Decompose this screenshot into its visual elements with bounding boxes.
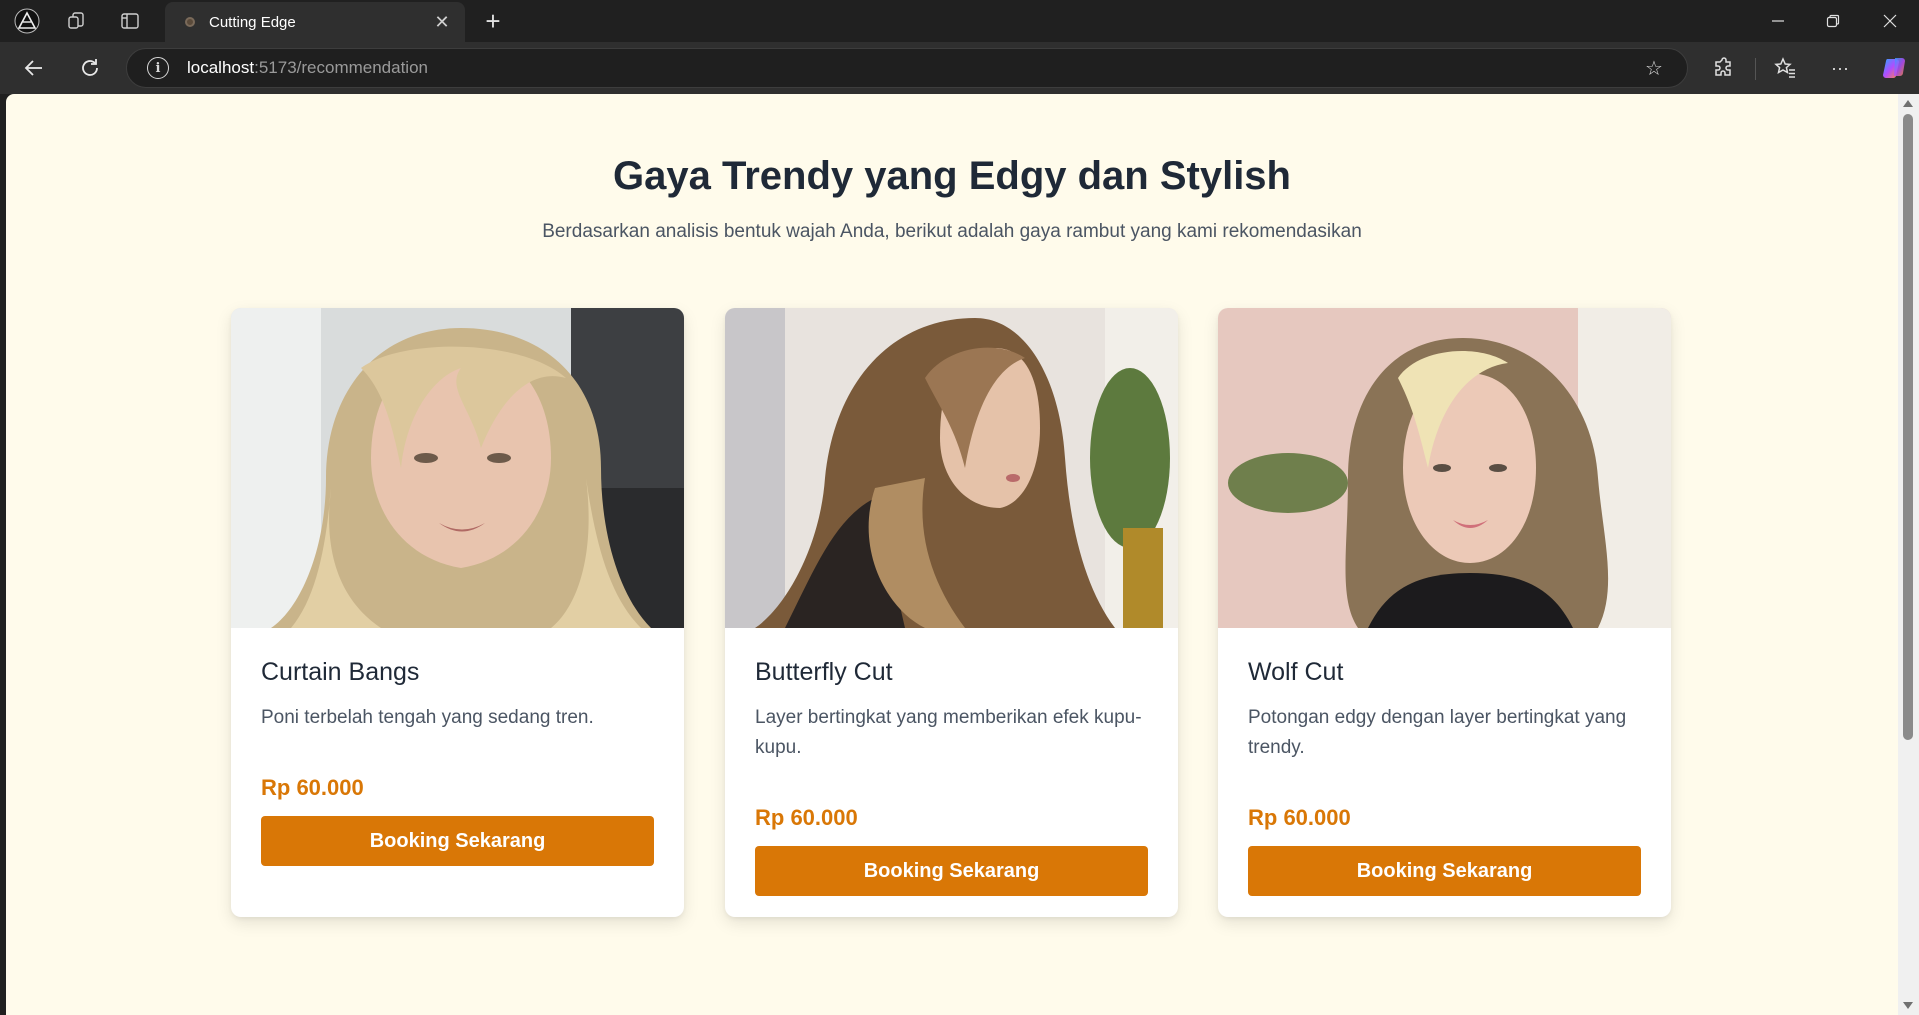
address-bar[interactable]: i localhost:5173/recommendation ☆ (126, 48, 1688, 88)
info-icon[interactable]: i (147, 57, 169, 79)
back-icon[interactable] (18, 52, 50, 84)
hairstyle-price: Rp 60.000 (755, 805, 858, 830)
hairstyle-photo (231, 308, 684, 628)
page-title: Gaya Trendy yang Edgy dan Stylish (613, 154, 1291, 198)
restore-icon[interactable] (1813, 8, 1853, 34)
more-icon[interactable]: ··· (1824, 52, 1856, 84)
hairstyle-price: Rp 60.000 (261, 775, 364, 800)
close-icon[interactable]: ✕ (431, 12, 453, 33)
workspaces-icon[interactable] (64, 8, 90, 34)
tab-bar: Cutting Edge ✕ + (0, 0, 1919, 42)
hairstyle-photo (725, 308, 1178, 628)
minimize-icon[interactable] (1758, 8, 1798, 34)
scroll-up-icon[interactable] (1903, 100, 1913, 107)
scrollbar-thumb[interactable] (1903, 114, 1913, 740)
hairstyle-photo (1218, 308, 1671, 628)
refresh-icon[interactable] (74, 52, 106, 84)
browser-toolbar: i localhost:5173/recommendation ☆ ··· (0, 42, 1919, 94)
hairstyle-name: Butterfly Cut (755, 658, 893, 686)
extensions-icon[interactable] (1708, 52, 1740, 84)
hairstyle-price: Rp 60.000 (1248, 805, 1351, 830)
window-close-icon[interactable] (1870, 8, 1910, 34)
hairstyle-description: Poni terbelah tengah yang sedang tren. (261, 707, 594, 728)
booking-button[interactable]: Booking Sekarang (755, 846, 1148, 896)
url-host: localhost (187, 58, 255, 77)
plus-icon[interactable]: + (478, 6, 508, 36)
tab-title: Cutting Edge (209, 13, 296, 31)
scroll-down-icon[interactable] (1903, 1002, 1913, 1009)
hairstyle-description: Layer bertingkat yang memberikan efek ku… (755, 707, 1142, 758)
hairstyle-name: Wolf Cut (1248, 658, 1344, 686)
hairstyle-card: Curtain Bangs Poni terbelah tengah yang … (231, 308, 684, 917)
scrollbar[interactable] (1898, 94, 1919, 1015)
toolbar-divider (1755, 58, 1756, 80)
page-subtitle: Berdasarkan analisis bentuk wajah Anda, … (542, 221, 1362, 242)
booking-button[interactable]: Booking Sekarang (1248, 846, 1641, 896)
hairstyle-description: Potongan edgy dengan layer bertingkat ya… (1248, 707, 1627, 758)
site-favicon-icon (185, 17, 195, 27)
tab-actions-icon[interactable] (117, 8, 143, 34)
favorites-icon[interactable] (1769, 52, 1801, 84)
page-viewport: Gaya Trendy yang Edgy dan Stylish Berdas… (6, 94, 1898, 1015)
url-text[interactable]: localhost:5173/recommendation (187, 58, 1639, 78)
star-icon[interactable]: ☆ (1639, 56, 1669, 81)
hairstyle-name: Curtain Bangs (261, 658, 420, 686)
copilot-icon[interactable] (1878, 52, 1910, 84)
url-path: :5173/recommendation (254, 58, 428, 77)
active-tab[interactable]: Cutting Edge ✕ (165, 2, 465, 42)
app-logo-icon[interactable] (14, 8, 40, 34)
hairstyle-card: Butterfly Cut Layer bertingkat yang memb… (725, 308, 1178, 917)
booking-button[interactable]: Booking Sekarang (261, 816, 654, 866)
hairstyle-card: Wolf Cut Potongan edgy dengan layer bert… (1218, 308, 1671, 917)
